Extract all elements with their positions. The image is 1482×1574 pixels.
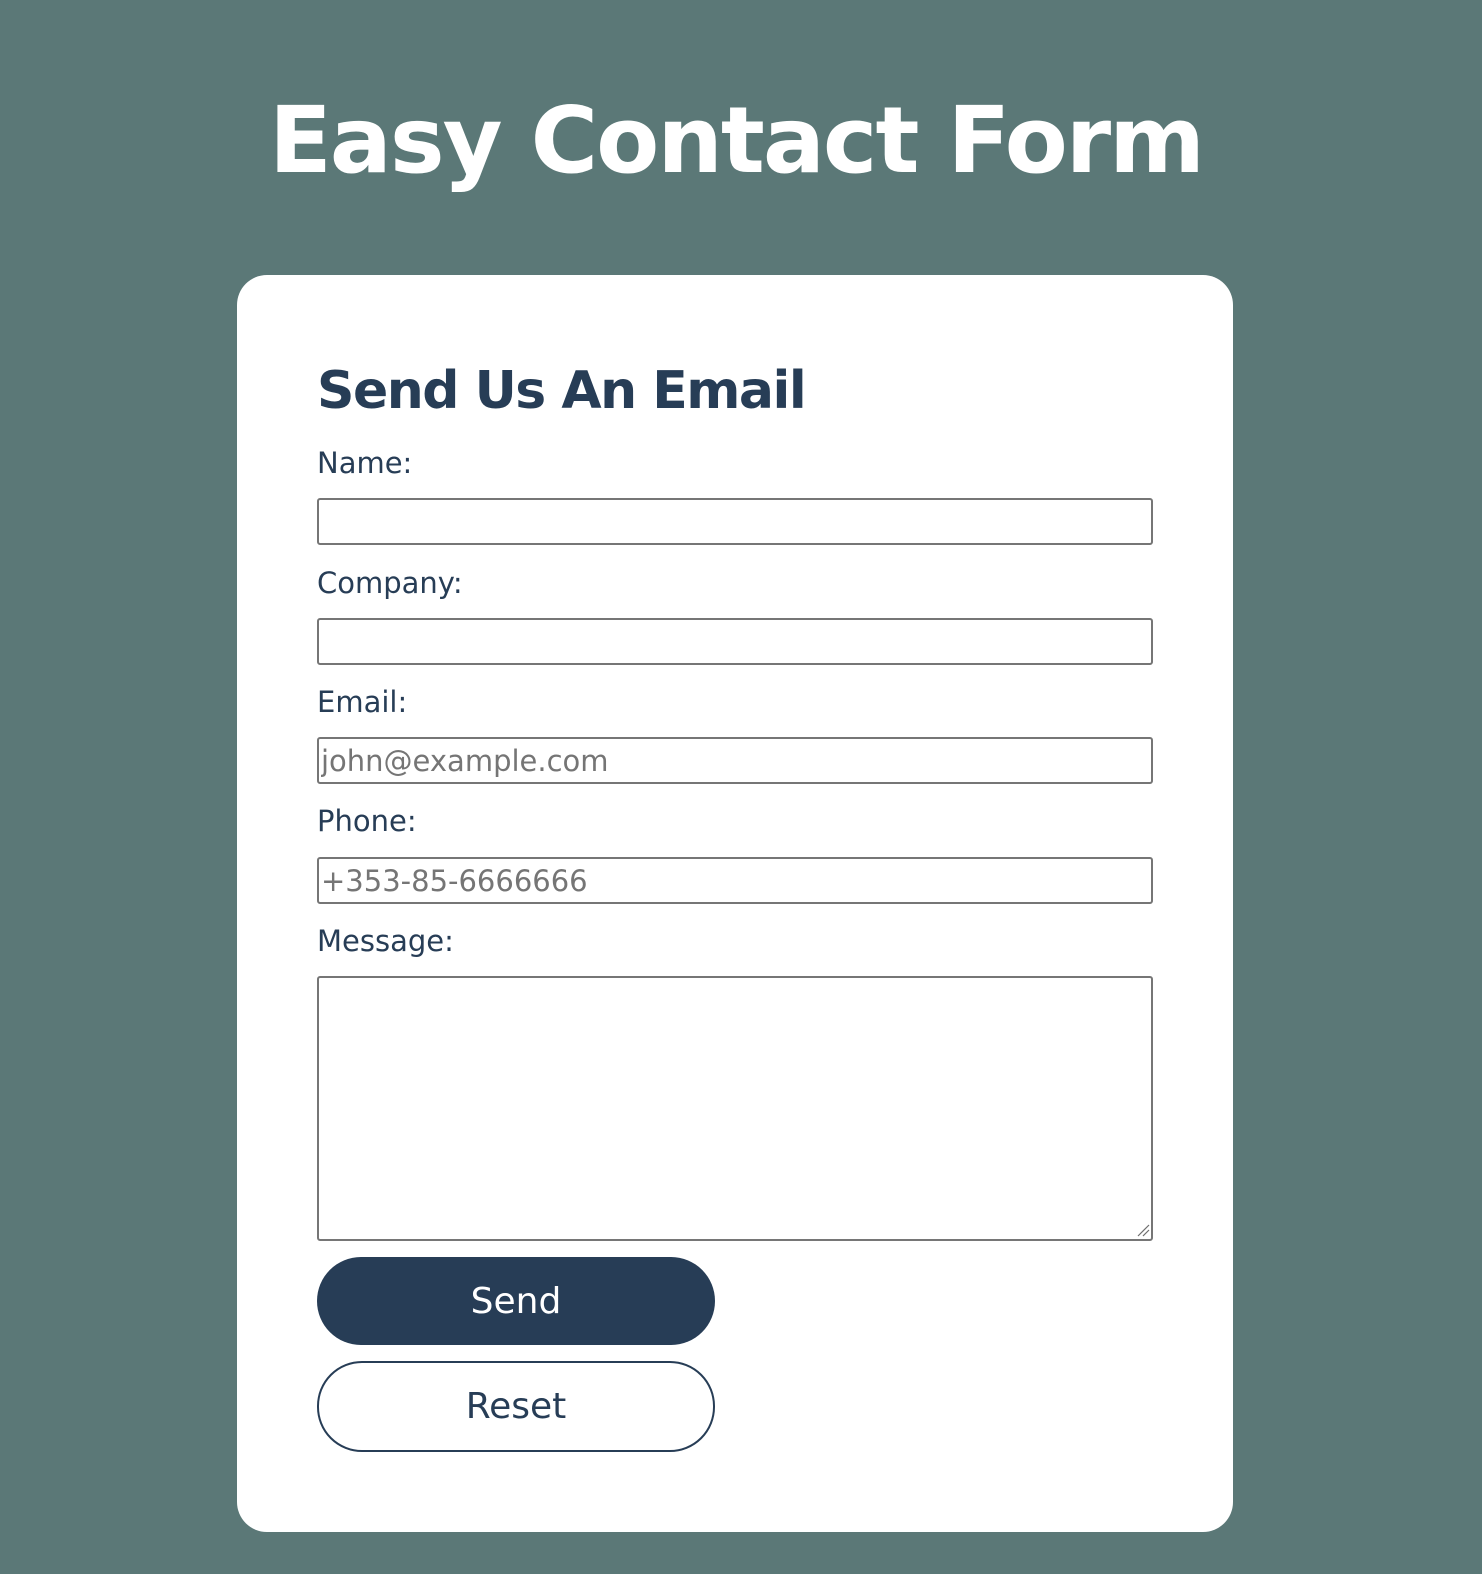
name-input[interactable]	[317, 498, 1153, 545]
reset-button[interactable]: Reset	[317, 1361, 715, 1452]
send-button[interactable]: Send	[317, 1257, 715, 1345]
message-label: Message:	[317, 924, 454, 958]
company-input[interactable]	[317, 618, 1153, 665]
form-heading: Send Us An Email	[317, 361, 807, 421]
contact-form-card: Send Us An Email Name: Company: Email: P…	[237, 275, 1233, 1532]
company-label: Company:	[317, 566, 463, 600]
phone-input[interactable]	[317, 857, 1153, 904]
page-title: Easy Contact Form	[268, 87, 1205, 194]
name-label: Name:	[317, 446, 413, 480]
message-textarea[interactable]	[317, 976, 1153, 1241]
email-input[interactable]	[317, 737, 1153, 784]
email-label: Email:	[317, 685, 408, 719]
phone-label: Phone:	[317, 804, 417, 838]
